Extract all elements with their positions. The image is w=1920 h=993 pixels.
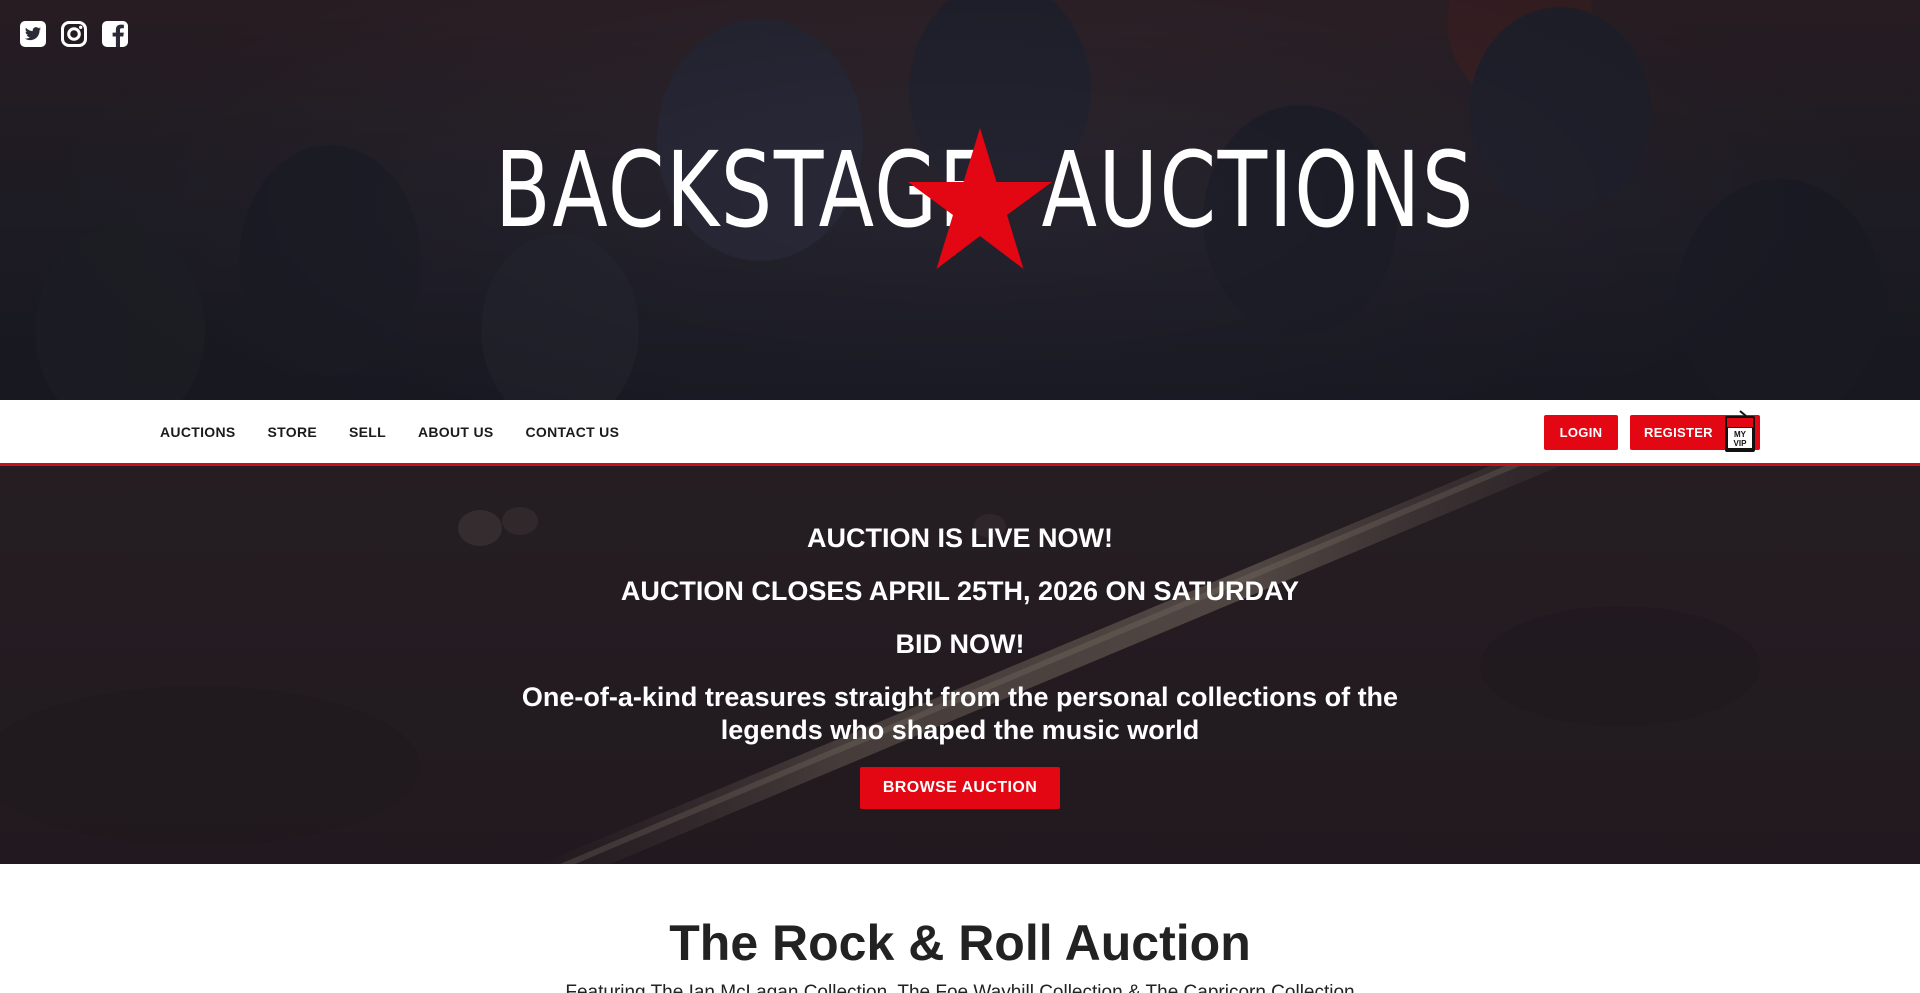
- nav-link-about-us[interactable]: ABOUT US: [418, 424, 494, 440]
- vip-badge-text-line2: VIP: [1734, 439, 1748, 448]
- site-logo[interactable]: BACKSTAGE AUCTIONS: [495, 120, 1473, 280]
- facebook-icon[interactable]: [101, 20, 129, 48]
- page-subtitle: Featuring The Ian McLagan Collection, Th…: [565, 982, 1355, 993]
- nav-link-contact-us[interactable]: CONTACT US: [526, 424, 620, 440]
- logo-word-auctions: AUCTIONS: [1041, 129, 1475, 251]
- main-nav: AUCTIONS STORE SELL ABOUT US CONTACT US …: [0, 400, 1920, 466]
- login-button[interactable]: LOGIN: [1544, 415, 1618, 450]
- auction-live-heading: AUCTION IS LIVE NOW!: [807, 523, 1113, 553]
- banner-description: One-of-a-kind treasures straight from th…: [521, 682, 1399, 745]
- browse-auction-button[interactable]: BROWSE AUCTION: [860, 767, 1060, 809]
- live-auction-banner: AUCTION IS LIVE NOW! AUCTION CLOSES APRI…: [0, 466, 1920, 864]
- main-content: The Rock & Roll Auction Featuring The Ia…: [0, 864, 1920, 993]
- auction-close-date: AUCTION CLOSES APRIL 25TH, 2026 ON SATUR…: [620, 576, 1300, 606]
- instagram-icon[interactable]: [60, 20, 88, 48]
- nav-links: AUCTIONS STORE SELL ABOUT US CONTACT US: [160, 400, 619, 463]
- vip-badge-icon[interactable]: MY VIP: [1722, 410, 1758, 454]
- hero-header: BACKSTAGE AUCTIONS: [0, 0, 1920, 400]
- twitter-icon[interactable]: [19, 20, 47, 48]
- vip-badge-text-line1: MY: [1734, 430, 1747, 439]
- nav-link-store[interactable]: STORE: [268, 424, 317, 440]
- star-icon: [908, 128, 1052, 269]
- nav-link-auctions[interactable]: AUCTIONS: [160, 424, 236, 440]
- nav-link-sell[interactable]: SELL: [349, 424, 386, 440]
- social-links: [19, 20, 129, 48]
- logo-wordmark: BACKSTAGE AUCTIONS: [495, 138, 1473, 242]
- page-title: The Rock & Roll Auction: [669, 915, 1251, 971]
- bid-now-heading: BID NOW!: [895, 629, 1025, 659]
